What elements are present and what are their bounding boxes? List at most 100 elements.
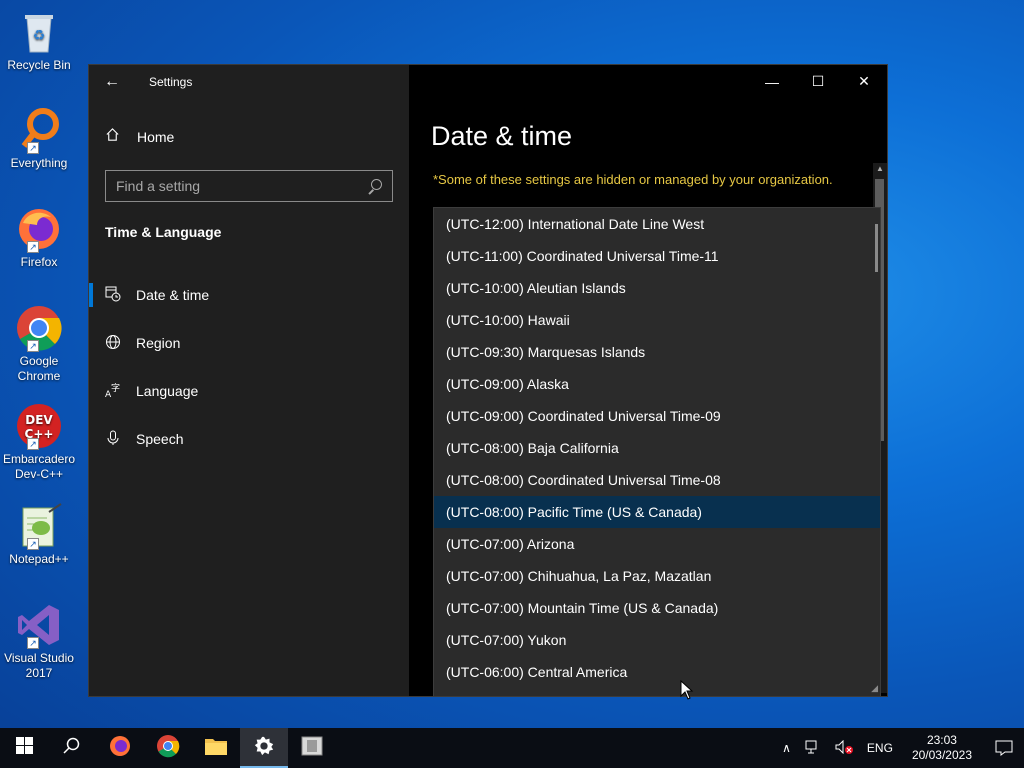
desktop-icon-devcpp[interactable]: DEV C++ ↗ Embarcadero Dev-C++ [2,402,76,482]
devcpp-icon: DEV C++ ↗ [15,402,63,450]
everything-search-icon: ↗ [15,106,63,154]
timezone-option[interactable]: (UTC-12:00) International Date Line West [434,208,880,240]
close-button[interactable]: ✕ [841,65,887,98]
svg-text:DEV: DEV [25,413,53,427]
app-window-icon [301,736,323,761]
svg-text:字: 字 [111,382,120,394]
desktop-icon-label: Firefox [20,255,58,269]
sidebar-item-label: Speech [136,431,184,447]
taskbar-app-window[interactable] [288,728,336,768]
desktop-icon-visual-studio[interactable]: ↗ Visual Studio 2017 [2,601,76,681]
section-title: Time & Language [105,224,222,240]
sidebar-item-label: Date & time [136,287,210,303]
clock-date: 20/03/2023 [911,748,972,762]
timezone-option[interactable]: (UTC-06:00) Central America [434,656,880,688]
taskbar-clock[interactable]: 23:03 20/03/2023 [900,733,984,763]
sidebar-item-speech[interactable]: Speech [89,415,409,463]
desktop-icon-label: Visual Studio 2017 [4,651,74,680]
timezone-option[interactable]: (UTC-11:00) Coordinated Universal Time-1… [434,240,880,272]
chrome-icon: ↗ [15,304,63,352]
visual-studio-icon: ↗ [15,601,63,649]
timezone-option[interactable]: (UTC-10:00) Aleutian Islands [434,272,880,304]
search-input[interactable]: Find a setting [105,170,393,202]
svg-text:♻: ♻ [33,28,46,44]
shortcut-arrow-icon: ↗ [27,538,39,550]
desktop-icon-label: Recycle Bin [7,58,71,72]
taskbar-search-button[interactable] [48,728,96,768]
windows-logo-icon [15,737,33,759]
window-controls: ― ☐ ✕ [749,65,887,98]
back-button[interactable]: ← [89,73,135,91]
gear-icon [253,735,275,762]
timezone-option[interactable]: (UTC-07:00) Chihuahua, La Paz, Mazatlan [434,560,880,592]
firefox-icon [108,734,132,763]
settings-window: ← Settings Home Find a setting Time & La… [88,64,888,697]
search-placeholder: Find a setting [116,178,201,194]
shortcut-arrow-icon: ↗ [27,142,39,154]
app-title: Settings [149,75,193,89]
desktop-icon-chrome[interactable]: ↗ Google Chrome [2,304,76,384]
timezone-option[interactable]: (UTC-10:00) Hawaii [434,304,880,336]
notepadpp-icon: ↗ [15,502,63,550]
taskbar: ∧ ENG 23:03 20/03/2023 [0,728,1024,768]
sidebar-item-date-time[interactable]: Date & time [89,271,409,319]
input-language-indicator[interactable]: ENG [860,741,900,755]
show-hidden-icons-chevron-icon[interactable]: ∧ [775,741,798,755]
timezone-option-selected[interactable]: (UTC-08:00) Pacific Time (US & Canada) [434,496,880,528]
search-icon [368,179,382,193]
clock-time: 23:03 [926,733,957,747]
start-button[interactable] [0,728,48,768]
desktop-icon-recycle-bin[interactable]: ♻ Recycle Bin [2,8,76,73]
timezone-option[interactable]: (UTC-08:00) Baja California [434,432,880,464]
timezone-option[interactable]: (UTC-08:00) Coordinated Universal Time-0… [434,464,880,496]
resize-grip-icon: ◢ [871,683,878,693]
timezone-option[interactable]: (UTC-07:00) Arizona [434,528,880,560]
sidebar-nav: Date & time Region A字 Language Speech [89,271,409,463]
taskbar-settings[interactable] [240,728,288,768]
sidebar-item-label: Language [136,383,199,399]
scroll-up-arrow-icon[interactable]: ▲ [873,163,887,175]
page-title: Date & time [431,121,573,151]
timezone-option[interactable]: (UTC-09:30) Marquesas Islands [434,336,880,368]
microphone-icon [105,430,121,449]
clock-calendar-icon [105,286,121,305]
taskbar-file-explorer[interactable] [192,728,240,768]
sidebar-item-language[interactable]: A字 Language [89,367,409,415]
minimize-button[interactable]: ― [749,65,795,98]
taskbar-chrome[interactable] [144,728,192,768]
action-center-button[interactable] [984,740,1024,756]
close-icon: ✕ [858,73,870,89]
timezone-option[interactable]: (UTC-09:00) Alaska [434,368,880,400]
title-bar: ← Settings [89,65,409,99]
desktop-icon-label: Notepad++ [9,552,69,566]
sidebar-item-region[interactable]: Region [89,319,409,367]
folder-icon [204,736,228,761]
minimize-icon: ― [765,73,779,90]
back-arrow-icon: ← [104,73,120,90]
shortcut-arrow-icon: ↗ [27,637,39,649]
nav-home[interactable]: Home [105,127,174,146]
chrome-icon [156,734,180,763]
dropdown-scrollbar[interactable] [875,224,878,272]
network-icon[interactable] [798,740,828,757]
system-tray: ∧ ENG 23:03 20/03/2023 [775,728,1024,768]
language-icon: A字 [105,382,121,401]
maximize-icon: ☐ [811,73,825,89]
settings-sidebar: ← Settings Home Find a setting Time & La… [89,65,409,696]
timezone-option[interactable]: (UTC-09:00) Coordinated Universal Time-0… [434,400,880,432]
recycle-bin-icon: ♻ [15,8,63,56]
desktop-icon-firefox[interactable]: ↗ Firefox [2,205,76,270]
desktop-icon-everything[interactable]: ↗ Everything [2,106,76,171]
sidebar-item-label: Region [136,335,181,351]
timezone-option[interactable]: (UTC-07:00) Mountain Time (US & Canada) [434,592,880,624]
notification-icon [995,740,1013,756]
shortcut-arrow-icon: ↗ [27,438,39,450]
home-icon [105,127,121,146]
taskbar-firefox[interactable] [96,728,144,768]
desktop-icon-notepadpp[interactable]: ↗ Notepad++ [2,502,76,567]
maximize-button[interactable]: ☐ [795,65,841,98]
timezone-dropdown-list[interactable]: (UTC-12:00) International Date Line West… [433,207,881,697]
timezone-option[interactable]: (UTC-07:00) Yukon [434,624,880,656]
search-icon [63,737,81,760]
volume-muted-icon[interactable] [828,739,860,757]
